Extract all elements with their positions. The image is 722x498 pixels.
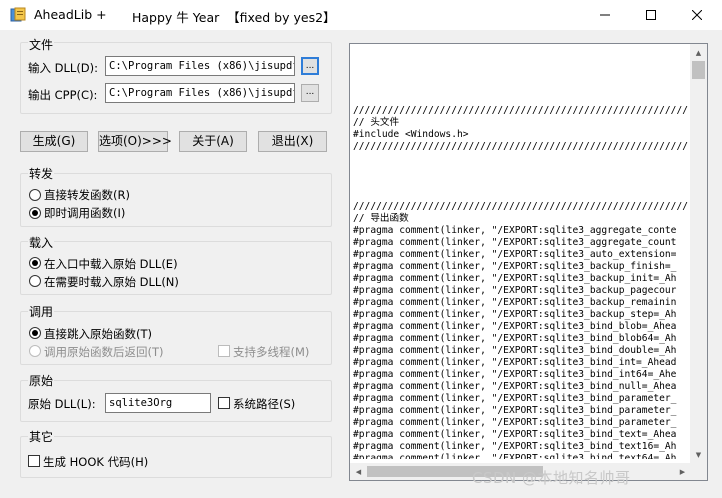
app-icon (10, 7, 26, 23)
hook-label: 生成 HOOK 代码(H) (43, 455, 149, 469)
output-cpp-field[interactable]: C:\Program Files (x86)\jisupdf\ (105, 83, 295, 103)
code-line: // 头文件 (353, 117, 400, 128)
exit-button[interactable]: 退出(X) (258, 131, 327, 152)
code-line: #pragma comment(linker, "/EXPORT:sqlite3… (353, 249, 677, 260)
code-line: #pragma comment(linker, "/EXPORT:sqlite3… (353, 429, 677, 440)
scroll-up-icon[interactable]: ▲ (690, 44, 707, 61)
code-text[interactable]: ////////////////////////////////////////… (353, 81, 688, 459)
code-line: #pragma comment(linker, "/EXPORT:sqlite3… (353, 393, 677, 404)
maximize-button[interactable] (628, 0, 674, 30)
code-line: ////////////////////////////////////////… (353, 105, 688, 116)
call-group-title: 调用 (28, 303, 55, 320)
code-line: #pragma comment(linker, "/EXPORT:sqlite3… (353, 417, 677, 428)
forward-instant-label: 即时调用函数(I) (44, 206, 126, 220)
call-jump-label: 直接跳入原始函数(T) (44, 327, 152, 341)
code-line: #pragma comment(linker, "/EXPORT:sqlite3… (353, 297, 677, 308)
hook-checkbox[interactable] (28, 455, 40, 467)
scroll-left-icon[interactable]: ◀ (350, 463, 367, 480)
load-group-title: 载入 (28, 234, 55, 251)
code-output-panel[interactable]: ////////////////////////////////////////… (349, 43, 708, 481)
load-ondemand-radio[interactable] (29, 275, 41, 287)
original-dll-field[interactable]: sqlite3Org (105, 393, 211, 413)
vertical-scrollbar[interactable]: ▲ ▼ (690, 44, 707, 463)
about-button[interactable]: 关于(A) (179, 131, 247, 152)
title-bar[interactable]: AheadLib + Happy 牛 Year 【fixed by yes2】 (0, 0, 722, 30)
scroll-corner (690, 463, 707, 480)
input-dll-label: 输入 DLL(D): (28, 61, 99, 75)
vertical-scroll-thumb[interactable] (692, 61, 705, 79)
code-line: #pragma comment(linker, "/EXPORT:sqlite3… (353, 381, 677, 392)
forward-instant-radio[interactable] (29, 207, 41, 219)
minimize-icon (600, 14, 610, 16)
code-line: #pragma comment(linker, "/EXPORT:sqlite3… (353, 369, 677, 380)
load-ondemand-label: 在需要时载入原始 DLL(N) (44, 275, 179, 289)
forward-direct-radio[interactable] (29, 189, 41, 201)
options-button[interactable]: 选项(O)>>> (98, 131, 172, 152)
other-group-title: 其它 (28, 428, 55, 445)
generate-button[interactable]: 生成(G) (20, 131, 88, 152)
syspath-label: 系统路径(S) (233, 397, 296, 411)
code-line: ////////////////////////////////////////… (353, 201, 688, 212)
maximize-icon (646, 10, 656, 20)
code-line: #pragma comment(linker, "/EXPORT:sqlite3… (353, 261, 677, 272)
file-group-title: 文件 (28, 36, 55, 53)
code-line: #pragma comment(linker, "/EXPORT:sqlite3… (353, 309, 677, 320)
app-title: AheadLib + (34, 7, 107, 22)
multithread-label: 支持多线程(M) (233, 345, 310, 359)
call-jump-radio[interactable] (29, 327, 41, 339)
forward-group-title: 转发 (28, 165, 55, 182)
code-line: #pragma comment(linker, "/EXPORT:sqlite3… (353, 225, 677, 236)
load-entry-label: 在入口中载入原始 DLL(E) (44, 257, 178, 271)
original-dll-label: 原始 DLL(L): (28, 397, 96, 411)
file-group (20, 42, 332, 114)
close-button[interactable] (674, 0, 720, 30)
scroll-down-icon[interactable]: ▼ (690, 446, 707, 463)
window-subtitle: Happy 牛 Year 【fixed by yes2】 (132, 10, 336, 25)
input-browse-button[interactable]: ... (301, 57, 319, 75)
multithread-checkbox (218, 345, 230, 357)
code-line: #pragma comment(linker, "/EXPORT:sqlite3… (353, 321, 677, 332)
call-return-label: 调用原始函数后返回(T) (44, 345, 164, 359)
watermark: CSDN @本地知名帅哥 (472, 469, 631, 487)
code-line: #pragma comment(linker, "/EXPORT:sqlite3… (353, 285, 677, 296)
syspath-checkbox[interactable] (218, 397, 230, 409)
code-line: // 导出函数 (353, 213, 409, 224)
input-dll-field[interactable]: C:\Program Files (x86)\jisupdf\ (105, 56, 295, 76)
original-group-title: 原始 (28, 372, 55, 389)
close-icon (692, 10, 702, 20)
scroll-right-icon[interactable]: ▶ (674, 463, 691, 480)
code-line: #pragma comment(linker, "/EXPORT:sqlite3… (353, 453, 677, 459)
code-line: #pragma comment(linker, "/EXPORT:sqlite3… (353, 273, 677, 284)
minimize-button[interactable] (582, 0, 628, 30)
output-browse-button[interactable]: ... (301, 84, 319, 102)
code-line: #pragma comment(linker, "/EXPORT:sqlite3… (353, 357, 677, 368)
code-line: #include <Windows.h> (353, 129, 469, 140)
code-line: #pragma comment(linker, "/EXPORT:sqlite3… (353, 237, 677, 248)
call-return-radio (29, 345, 41, 357)
code-line: #pragma comment(linker, "/EXPORT:sqlite3… (353, 405, 677, 416)
forward-direct-label: 直接转发函数(R) (44, 188, 130, 202)
output-cpp-label: 输出 CPP(C): (28, 88, 98, 102)
load-entry-radio[interactable] (29, 257, 41, 269)
code-line: #pragma comment(linker, "/EXPORT:sqlite3… (353, 345, 677, 356)
code-line: #pragma comment(linker, "/EXPORT:sqlite3… (353, 333, 677, 344)
code-line: #pragma comment(linker, "/EXPORT:sqlite3… (353, 441, 677, 452)
code-line: ////////////////////////////////////////… (353, 141, 688, 152)
